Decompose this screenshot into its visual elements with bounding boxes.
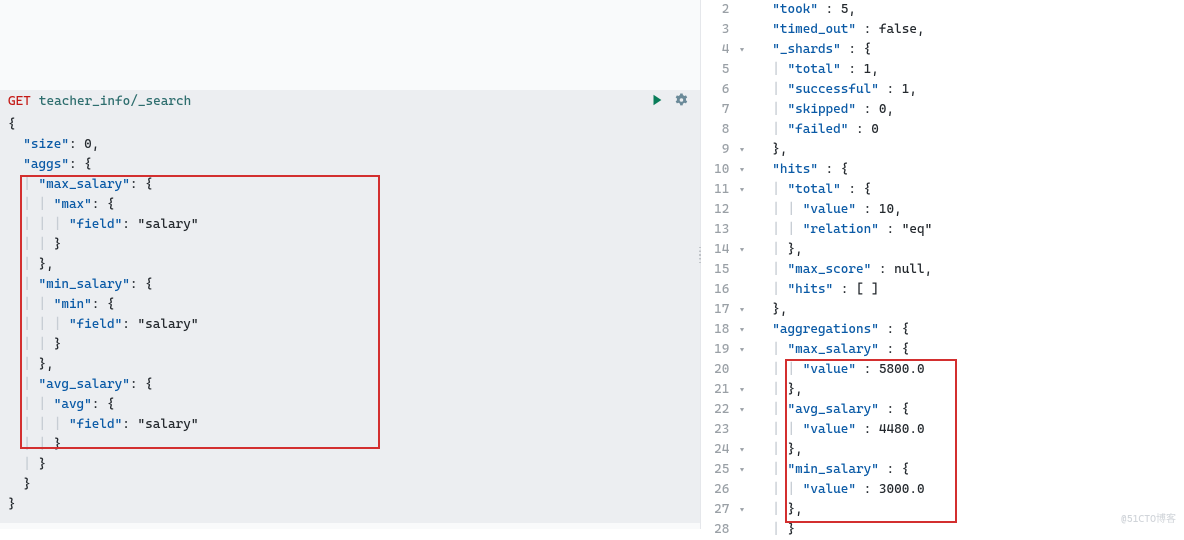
- gutter-line: 24 ▾: [701, 440, 747, 460]
- gutter-line: 11 ▾: [701, 180, 747, 200]
- code-line: | | "value" : 10,: [757, 200, 932, 220]
- request-bar: GET teacher_info/_search: [0, 90, 700, 113]
- code-line: | | }: [8, 335, 692, 355]
- code-line: }: [8, 475, 692, 495]
- code-line: | | | "field": "salary": [8, 415, 692, 435]
- settings-icon[interactable]: [674, 93, 688, 111]
- code-line: }: [8, 495, 692, 515]
- gutter-line: 28: [701, 520, 747, 540]
- code-line: | },: [757, 500, 932, 520]
- gutter-line: 22 ▾: [701, 400, 747, 420]
- code-line: {: [8, 115, 692, 135]
- gutter-line: 19 ▾: [701, 340, 747, 360]
- gutter-line: 23: [701, 420, 747, 440]
- line-gutter: 2 3 4 ▾5 6 7 8 9 ▾10 ▾11 ▾12 13 14 ▾15 1…: [701, 0, 757, 540]
- code-line: "took" : 5,: [757, 0, 932, 20]
- code-line: | | "max": {: [8, 195, 692, 215]
- code-line: | },: [8, 355, 692, 375]
- gutter-line: 13: [701, 220, 747, 240]
- code-line: | | }: [8, 435, 692, 455]
- code-line: | | "min": {: [8, 295, 692, 315]
- code-line: | | "value" : 4480.0: [757, 420, 932, 440]
- code-line: | "min_salary": {: [8, 275, 692, 295]
- code-line: | | "relation" : "eq": [757, 220, 932, 240]
- code-line: | | "avg": {: [8, 395, 692, 415]
- code-line: "aggregations" : {: [757, 320, 932, 340]
- gutter-line: 8: [701, 120, 747, 140]
- gutter-line: 20: [701, 360, 747, 380]
- code-line: | "avg_salary": {: [8, 375, 692, 395]
- gutter-line: 7: [701, 100, 747, 120]
- code-line: | | | "field": "salary": [8, 215, 692, 235]
- code-line: | "min_salary" : {: [757, 460, 932, 480]
- code-line: | "total" : 1,: [757, 60, 932, 80]
- code-line: | }: [757, 520, 932, 540]
- gutter-line: 17 ▾: [701, 300, 747, 320]
- code-line: | | "value" : 3000.0: [757, 480, 932, 500]
- pane-drag-handle-icon[interactable]: ⋮⋮⋮: [695, 250, 705, 262]
- response-body[interactable]: 2 3 4 ▾5 6 7 8 9 ▾10 ▾11 ▾12 13 14 ▾15 1…: [701, 0, 1184, 540]
- request-body-editor[interactable]: { "size": 0, "aggs": { | "max_salary": {…: [0, 113, 700, 523]
- gutter-line: 6: [701, 80, 747, 100]
- gutter-line: 14 ▾: [701, 240, 747, 260]
- code-line: | },: [757, 440, 932, 460]
- code-line: | "skipped" : 0,: [757, 100, 932, 120]
- code-line: "size": 0,: [8, 135, 692, 155]
- response-viewer-pane: ⋮⋮⋮ 2 3 4 ▾5 6 7 8 9 ▾10 ▾11 ▾12 13 14 ▾…: [700, 0, 1184, 529]
- code-line: "_shards" : {: [757, 40, 932, 60]
- code-line: | "max_salary" : {: [757, 340, 932, 360]
- code-line: },: [757, 140, 932, 160]
- http-method: GET: [8, 94, 31, 109]
- code-line: | "hits" : [ ]: [757, 280, 932, 300]
- gutter-line: 10 ▾: [701, 160, 747, 180]
- code-line: | | }: [8, 235, 692, 255]
- code-line: | "successful" : 1,: [757, 80, 932, 100]
- code-line: "hits" : {: [757, 160, 932, 180]
- gutter-line: 21 ▾: [701, 380, 747, 400]
- gutter-line: 27 ▾: [701, 500, 747, 520]
- gutter-line: 2: [701, 0, 747, 20]
- code-line: | "max_score" : null,: [757, 260, 932, 280]
- gutter-line: 3: [701, 20, 747, 40]
- code-line: | "avg_salary" : {: [757, 400, 932, 420]
- code-line: },: [757, 300, 932, 320]
- gutter-line: 5: [701, 60, 747, 80]
- gutter-line: 26: [701, 480, 747, 500]
- request-endpoint[interactable]: teacher_info/_search: [39, 94, 191, 109]
- code-line: | "max_salary": {: [8, 175, 692, 195]
- code-line: | | "value" : 5800.0: [757, 360, 932, 380]
- code-line: | }: [8, 455, 692, 475]
- response-lines: "took" : 5, "timed_out" : false, "_shard…: [757, 0, 932, 540]
- code-line: "aggs": {: [8, 155, 692, 175]
- gutter-line: 18 ▾: [701, 320, 747, 340]
- code-line: "timed_out" : false,: [757, 20, 932, 40]
- request-editor-pane: GET teacher_info/_search { "size": 0, "a…: [0, 0, 700, 529]
- gutter-line: 15: [701, 260, 747, 280]
- gutter-line: 12: [701, 200, 747, 220]
- run-icon[interactable]: [650, 93, 664, 111]
- code-line: | "total" : {: [757, 180, 932, 200]
- code-line: | },: [8, 255, 692, 275]
- watermark: @51CTO博客: [1121, 510, 1176, 525]
- code-line: | },: [757, 240, 932, 260]
- request-actions: [650, 93, 688, 111]
- code-line: | "failed" : 0: [757, 120, 932, 140]
- gutter-line: 9 ▾: [701, 140, 747, 160]
- code-line: | | | "field": "salary": [8, 315, 692, 335]
- code-line: | },: [757, 380, 932, 400]
- gutter-line: 25 ▾: [701, 460, 747, 480]
- gutter-line: 16: [701, 280, 747, 300]
- gutter-line: 4 ▾: [701, 40, 747, 60]
